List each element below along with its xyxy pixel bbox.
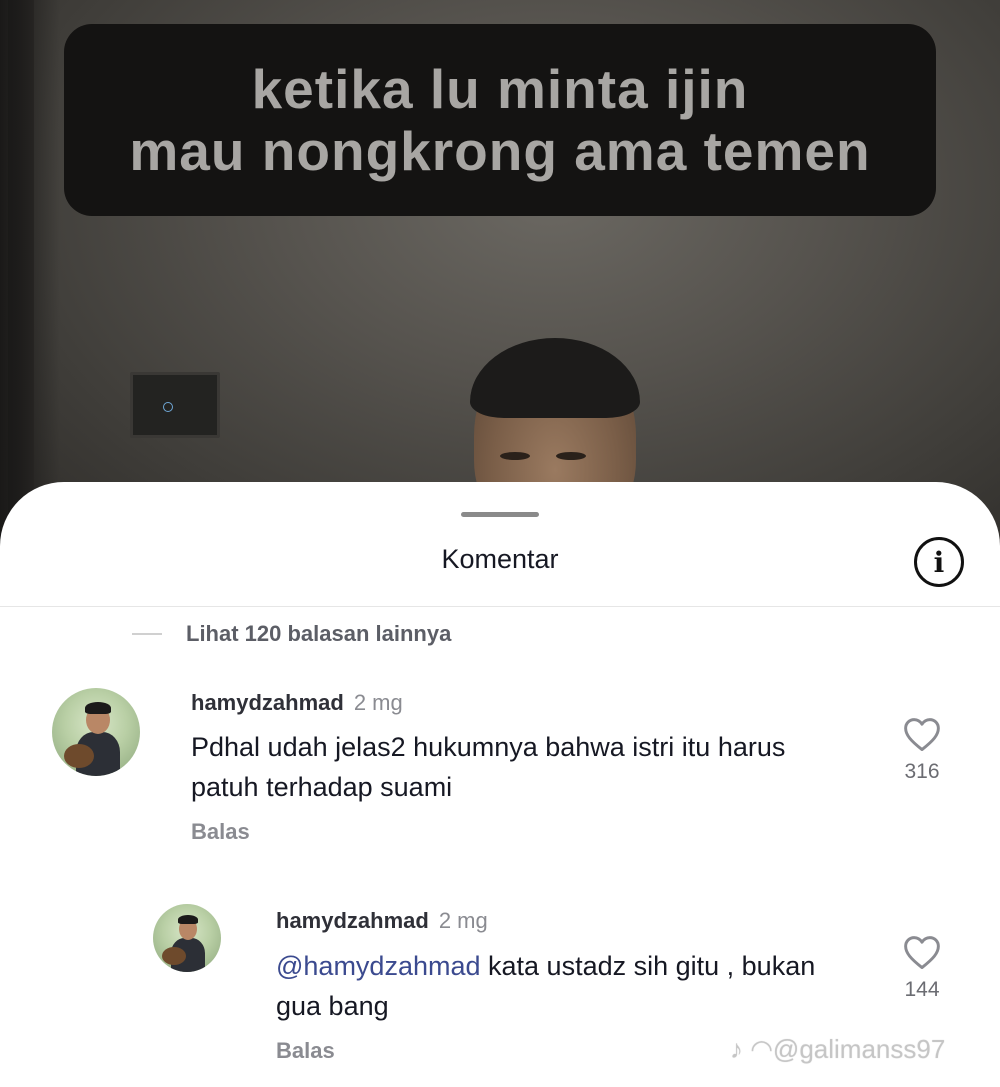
username-text: hamydzahmad bbox=[191, 690, 344, 715]
avatar[interactable] bbox=[52, 688, 140, 776]
like-button[interactable]: 144 bbox=[892, 934, 952, 1002]
heart-icon bbox=[904, 936, 940, 970]
person-eye-right bbox=[556, 452, 586, 460]
video-caption: ketika lu minta ijin mau nongkrong ama t… bbox=[64, 24, 936, 216]
avatar-guitar bbox=[64, 744, 94, 768]
watermark: ♪ ◠@galimanss97 bbox=[730, 1034, 945, 1065]
avatar-hair bbox=[178, 915, 198, 924]
switch-led bbox=[163, 402, 173, 412]
avatar-guitar bbox=[162, 947, 186, 965]
reply-button[interactable]: Balas bbox=[276, 1038, 335, 1064]
more-replies-label: Lihat 120 balasan lainnya bbox=[186, 621, 452, 646]
caption-line-2: mau nongkrong ama temen bbox=[129, 120, 871, 182]
view-more-replies[interactable]: Lihat 120 balasan lainnya bbox=[132, 616, 451, 652]
more-replies-dash bbox=[132, 633, 162, 635]
comment-username[interactable]: hamydzahmad 2 mg bbox=[191, 690, 403, 716]
avatar-hair bbox=[85, 702, 111, 714]
caption-line-1: ketika lu minta ijin bbox=[251, 58, 749, 120]
video-player[interactable]: ketika lu minta ijin mau nongkrong ama t… bbox=[0, 0, 1000, 560]
reply-text: @hamydzahmad kata ustadz sih gitu , buka… bbox=[276, 946, 836, 1026]
like-count: 316 bbox=[904, 760, 940, 783]
background-shadow bbox=[0, 0, 60, 560]
comment-text: Pdhal udah jelas2 hukumnya bahwa istri i… bbox=[191, 732, 786, 802]
tiktok-icon: ♪ bbox=[730, 1034, 743, 1064]
avatar[interactable] bbox=[153, 904, 221, 972]
like-button[interactable]: 316 bbox=[892, 716, 952, 784]
comment-time: 2 mg bbox=[353, 690, 403, 715]
reply-time: 2 mg bbox=[438, 908, 488, 933]
header-divider bbox=[0, 606, 1000, 607]
sheet-title: Komentar bbox=[441, 544, 559, 574]
watermark-text: @galimanss97 bbox=[772, 1034, 946, 1064]
person-eye-left bbox=[500, 452, 530, 460]
wall-switch bbox=[130, 372, 220, 438]
person-hair bbox=[470, 338, 640, 418]
username-text: hamydzahmad bbox=[276, 908, 429, 933]
info-icon[interactable]: i bbox=[914, 537, 964, 587]
profile-icon: ◠ bbox=[750, 1034, 773, 1064]
reply-button[interactable]: Balas bbox=[191, 819, 250, 845]
comments-sheet: Komentar i Lihat 120 balasan lainnya ham… bbox=[0, 482, 1000, 1087]
heart-icon bbox=[904, 718, 940, 752]
like-count: 144 bbox=[904, 978, 940, 1001]
drag-handle[interactable] bbox=[461, 512, 539, 517]
reply-username[interactable]: hamydzahmad 2 mg bbox=[276, 908, 488, 934]
mention-link[interactable]: @hamydzahmad bbox=[276, 951, 481, 981]
